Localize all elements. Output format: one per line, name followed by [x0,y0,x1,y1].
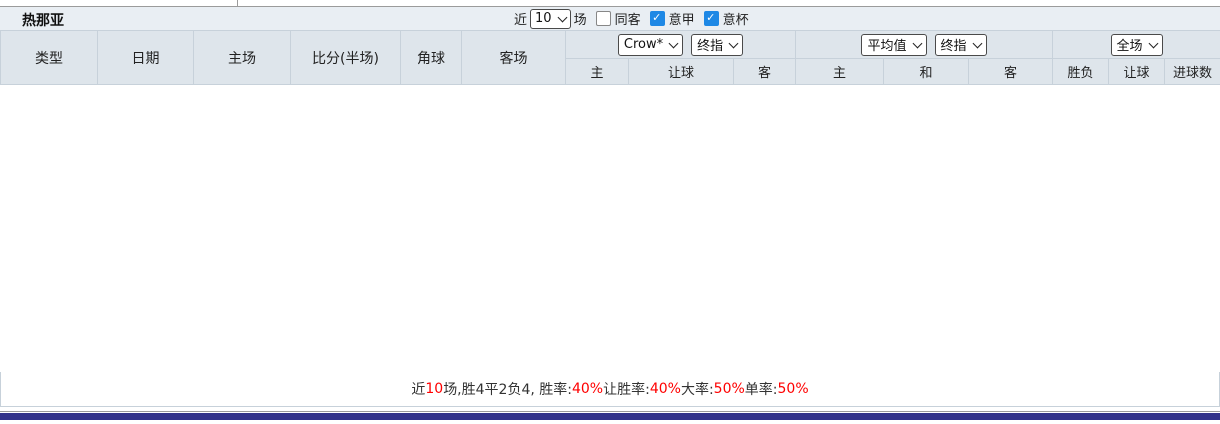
recent-count-value: 10 [535,11,552,26]
subcol-euro-away: 客 [967,58,1054,85]
summary-stat-value: 50% [713,381,745,397]
bottom-accent-bar [0,413,1220,420]
italy-cup-label: 意杯 [722,13,749,28]
euro-stage-select[interactable]: 终指 [934,33,987,56]
matches-suffix-label: 场 [573,13,587,28]
euro-odds-group-header: 平均值 终指 [794,30,1054,59]
asian-stage-select-value: 终指 [697,39,724,54]
summary-text: 大率: [680,382,714,398]
summary-text: 单率: [744,382,778,398]
euro-avg-select-value: 平均值 [867,39,907,54]
euro-avg-select[interactable]: 平均值 [861,33,927,56]
header-row-groups: 类型 日期 主场 比分(半场) 角球 客场 Crow* 终指 平均值 终指 全场 [0,30,1220,85]
italy-cup-checkbox[interactable] [703,11,719,26]
bookmaker-select[interactable]: Crow* [617,33,684,56]
filter-controls: 近 10 场 同客 意甲 意杯 [514,8,749,29]
odds-history-panel: 热那亚 近 10 场 同客 意甲 意杯 类型 日期 主 [0,0,1220,424]
serie-a-checkbox[interactable] [649,11,665,26]
subcol-result-outcome: 胜负 [1052,58,1110,85]
page-title: 热那亚 [22,13,64,29]
summary-text: 让胜率: [603,382,650,398]
chevron-down-icon [668,38,679,48]
same-away-label: 同客 [614,13,641,28]
col-header-date: 日期 [97,30,194,85]
asian-odds-group-header: Crow* 终指 [565,30,796,59]
col-header-home: 主场 [193,30,291,85]
chevron-down-icon [912,38,922,48]
serie-a-label: 意甲 [668,13,695,28]
scope-select[interactable]: 全场 [1110,33,1163,56]
bookmaker-select-value: Crow* [623,37,664,52]
chevron-down-icon [972,38,982,48]
bottom-divider [0,411,1220,412]
summary-stat-value: 50% [777,381,809,397]
subcol-euro-draw: 和 [883,58,969,85]
chevron-down-icon [557,12,568,22]
subcol-asian-home: 主 [565,58,629,85]
title-bar: 热那亚 近 10 场 同客 意甲 意杯 [0,7,1220,30]
chevron-down-icon [728,38,739,48]
col-header-type: 类型 [0,30,98,85]
subcol-result-goals: 进球数 [1164,58,1220,85]
subcol-euro-home: 主 [795,58,884,85]
summary-bar: 近 10 场,胜4平2负4, 胜率: 40% 让胜率: 40% 大率: 50% 单率: 50… [0,372,1220,407]
subcol-asian-line: 让球 [628,58,734,85]
recent-count-select[interactable]: 10 [530,8,571,29]
match-history-table: 类型 日期 主场 比分(半场) 角球 客场 Crow* 终指 平均值 终指 全场… [0,30,1220,85]
summary-stat-value: 40% [649,381,681,397]
summary-stat-value: 40% [571,381,604,397]
col-header-score: 比分(半场) [290,30,401,85]
summary-text: 近 [411,382,426,398]
recent-prefix-label: 近 [514,13,528,28]
summary-text: 场,胜4平2负4, 胜率: [443,382,572,398]
same-away-checkbox[interactable] [595,11,611,26]
summary-stat-value: 10 [425,381,444,397]
subcol-asian-away: 客 [733,58,796,85]
col-header-corners: 角球 [400,30,462,85]
euro-stage-select-value: 终指 [940,39,967,54]
scope-select-value: 全场 [1116,39,1143,54]
result-group-header: 全场 [1052,30,1220,59]
subcol-result-handicap: 让球 [1108,58,1166,85]
col-header-away: 客场 [461,30,566,85]
chevron-down-icon [1148,38,1158,48]
asian-stage-select[interactable]: 终指 [691,33,744,56]
